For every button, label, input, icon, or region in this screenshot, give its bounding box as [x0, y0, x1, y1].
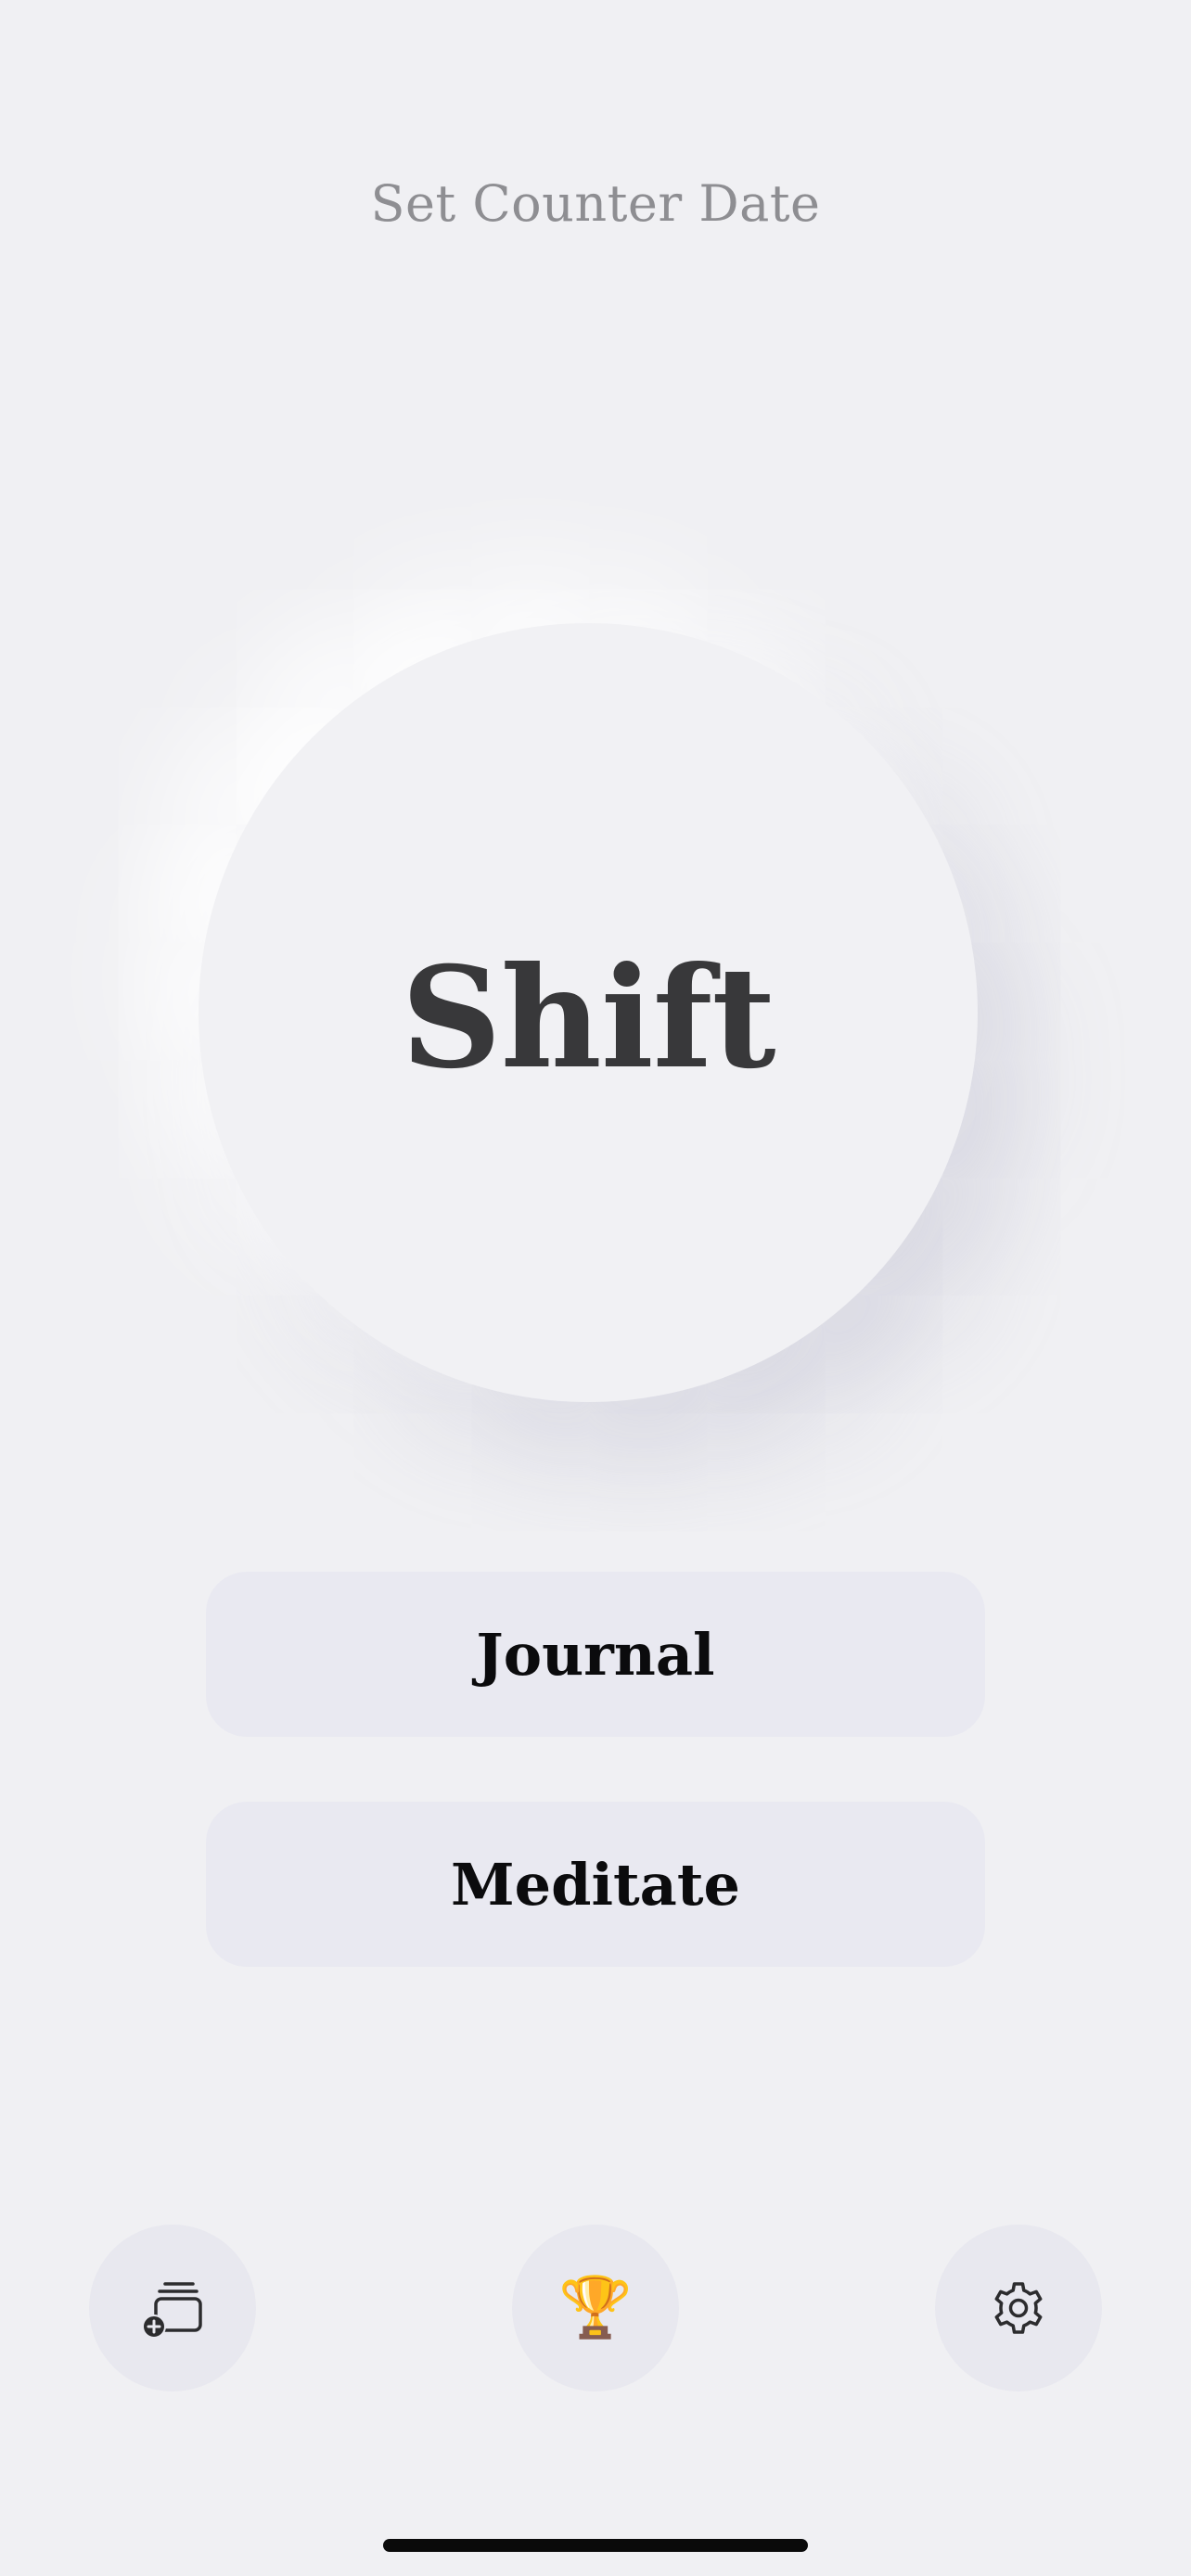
- home-indicator[interactable]: [383, 2539, 808, 2552]
- trophy-icon: 🏆: [558, 2274, 633, 2342]
- journal-button[interactable]: Journal: [206, 1572, 985, 1737]
- achievements-button[interactable]: 🏆: [512, 2225, 679, 2391]
- set-counter-date-link[interactable]: Set Counter Date: [0, 167, 1191, 241]
- gear-icon: [989, 2278, 1048, 2338]
- shift-button[interactable]: Shift: [198, 623, 978, 1402]
- shift-label: Shift: [401, 937, 775, 1100]
- settings-button[interactable]: [935, 2225, 1102, 2391]
- app-screen: Set Counter Date Shift Journal Meditate …: [0, 0, 1191, 2576]
- stack-add-icon: [139, 2275, 206, 2341]
- new-entry-button[interactable]: [89, 2225, 256, 2391]
- meditate-button[interactable]: Meditate: [206, 1802, 985, 1967]
